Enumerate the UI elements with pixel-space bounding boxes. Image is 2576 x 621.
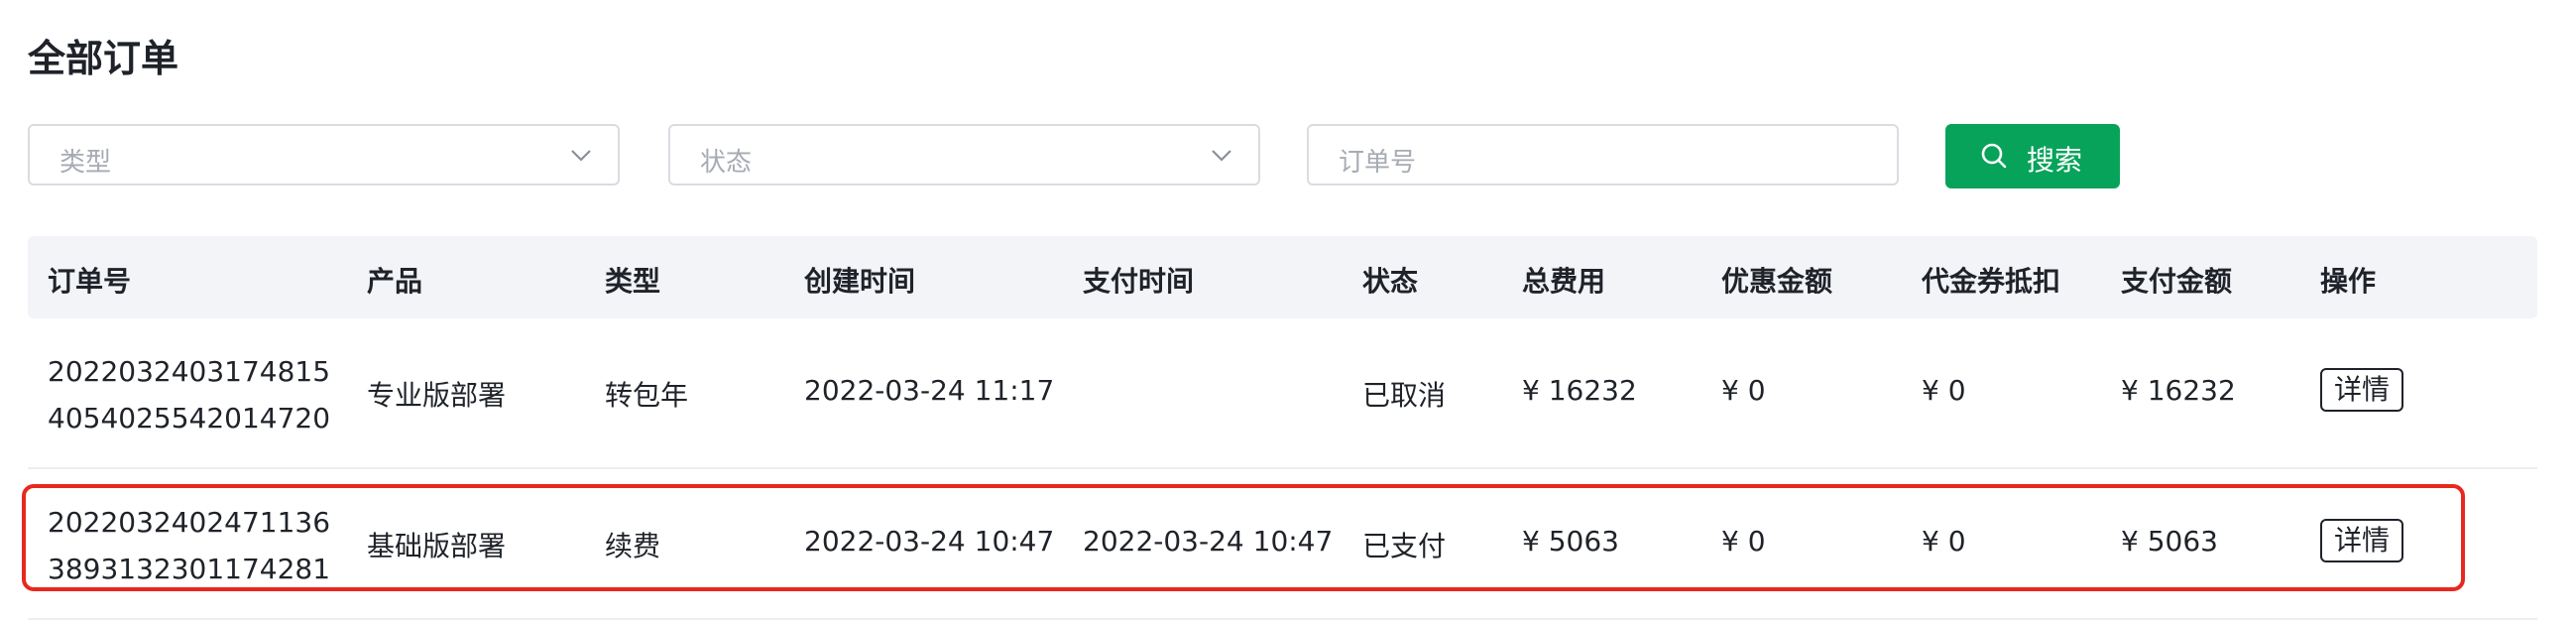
header-created: 创建时间 — [804, 265, 916, 298]
order-number-placeholder: 订单号 — [1339, 148, 1417, 178]
header-voucher: 代金券抵扣 — [1922, 265, 2061, 298]
discount-amount: ¥ 0 — [1721, 525, 1766, 558]
order-number: 20220324024711363893132301174281 — [48, 506, 331, 585]
orders-page: 全部订单 类型 状态 订单号 搜索 订单号 产品 类型 创建时间 支付时间 状态… — [0, 0, 2576, 621]
type-select[interactable]: 类型 — [28, 124, 620, 186]
created-time: 2022-03-24 10:47 — [804, 525, 1055, 558]
pay-amount: ¥ 5063 — [2121, 525, 2218, 558]
created-time: 2022-03-24 11:17 — [804, 374, 1055, 407]
search-button-label: 搜索 — [2027, 144, 2083, 177]
chevron-down-icon — [571, 150, 591, 162]
order-number: 20220324031748154054025542014720 — [48, 355, 331, 435]
order-type: 续费 — [605, 530, 661, 562]
detail-button[interactable]: 详情 — [2320, 368, 2404, 412]
search-icon — [1981, 143, 2007, 169]
voucher-deduction: ¥ 0 — [1922, 374, 1966, 407]
product: 基础版部署 — [367, 530, 507, 562]
status-select[interactable]: 状态 — [668, 124, 1260, 186]
table-row: 20220324031748154054025542014720 专业版部署 转… — [28, 318, 2537, 469]
total-fee: ¥ 16232 — [1522, 374, 1637, 407]
discount-amount: ¥ 0 — [1721, 374, 1766, 407]
type-select-placeholder: 类型 — [59, 148, 112, 178]
detail-button[interactable]: 详情 — [2320, 519, 2404, 562]
header-product: 产品 — [367, 265, 423, 298]
paid-time: 2022-03-24 10:47 — [1083, 525, 1334, 558]
page-title: 全部订单 — [28, 37, 179, 80]
orders-table: 订单号 产品 类型 创建时间 支付时间 状态 总费用 优惠金额 代金券抵扣 支付… — [28, 236, 2537, 620]
header-order-no: 订单号 — [48, 265, 132, 298]
order-type: 转包年 — [605, 379, 689, 412]
order-status: 已取消 — [1362, 379, 1447, 412]
search-button[interactable]: 搜索 — [1945, 124, 2120, 188]
order-status: 已支付 — [1362, 530, 1447, 562]
header-paid-time: 支付时间 — [1083, 265, 1195, 298]
header-discount: 优惠金额 — [1721, 265, 1833, 298]
pay-amount: ¥ 16232 — [2121, 374, 2236, 407]
header-action: 操作 — [2320, 265, 2377, 298]
order-number-input[interactable]: 订单号 — [1307, 124, 1899, 186]
header-type: 类型 — [605, 265, 661, 298]
status-select-placeholder: 状态 — [700, 148, 753, 178]
header-pay-amount: 支付金额 — [2121, 265, 2233, 298]
header-total: 总费用 — [1522, 265, 1606, 298]
table-row: 20220324024711363893132301174281 基础版部署 续… — [28, 469, 2537, 620]
chevron-down-icon — [1212, 150, 1231, 162]
header-status: 状态 — [1362, 265, 1419, 298]
table-header: 订单号 产品 类型 创建时间 支付时间 状态 总费用 优惠金额 代金券抵扣 支付… — [28, 236, 2537, 318]
voucher-deduction: ¥ 0 — [1922, 525, 1966, 558]
total-fee: ¥ 5063 — [1522, 525, 1619, 558]
product: 专业版部署 — [367, 379, 507, 412]
